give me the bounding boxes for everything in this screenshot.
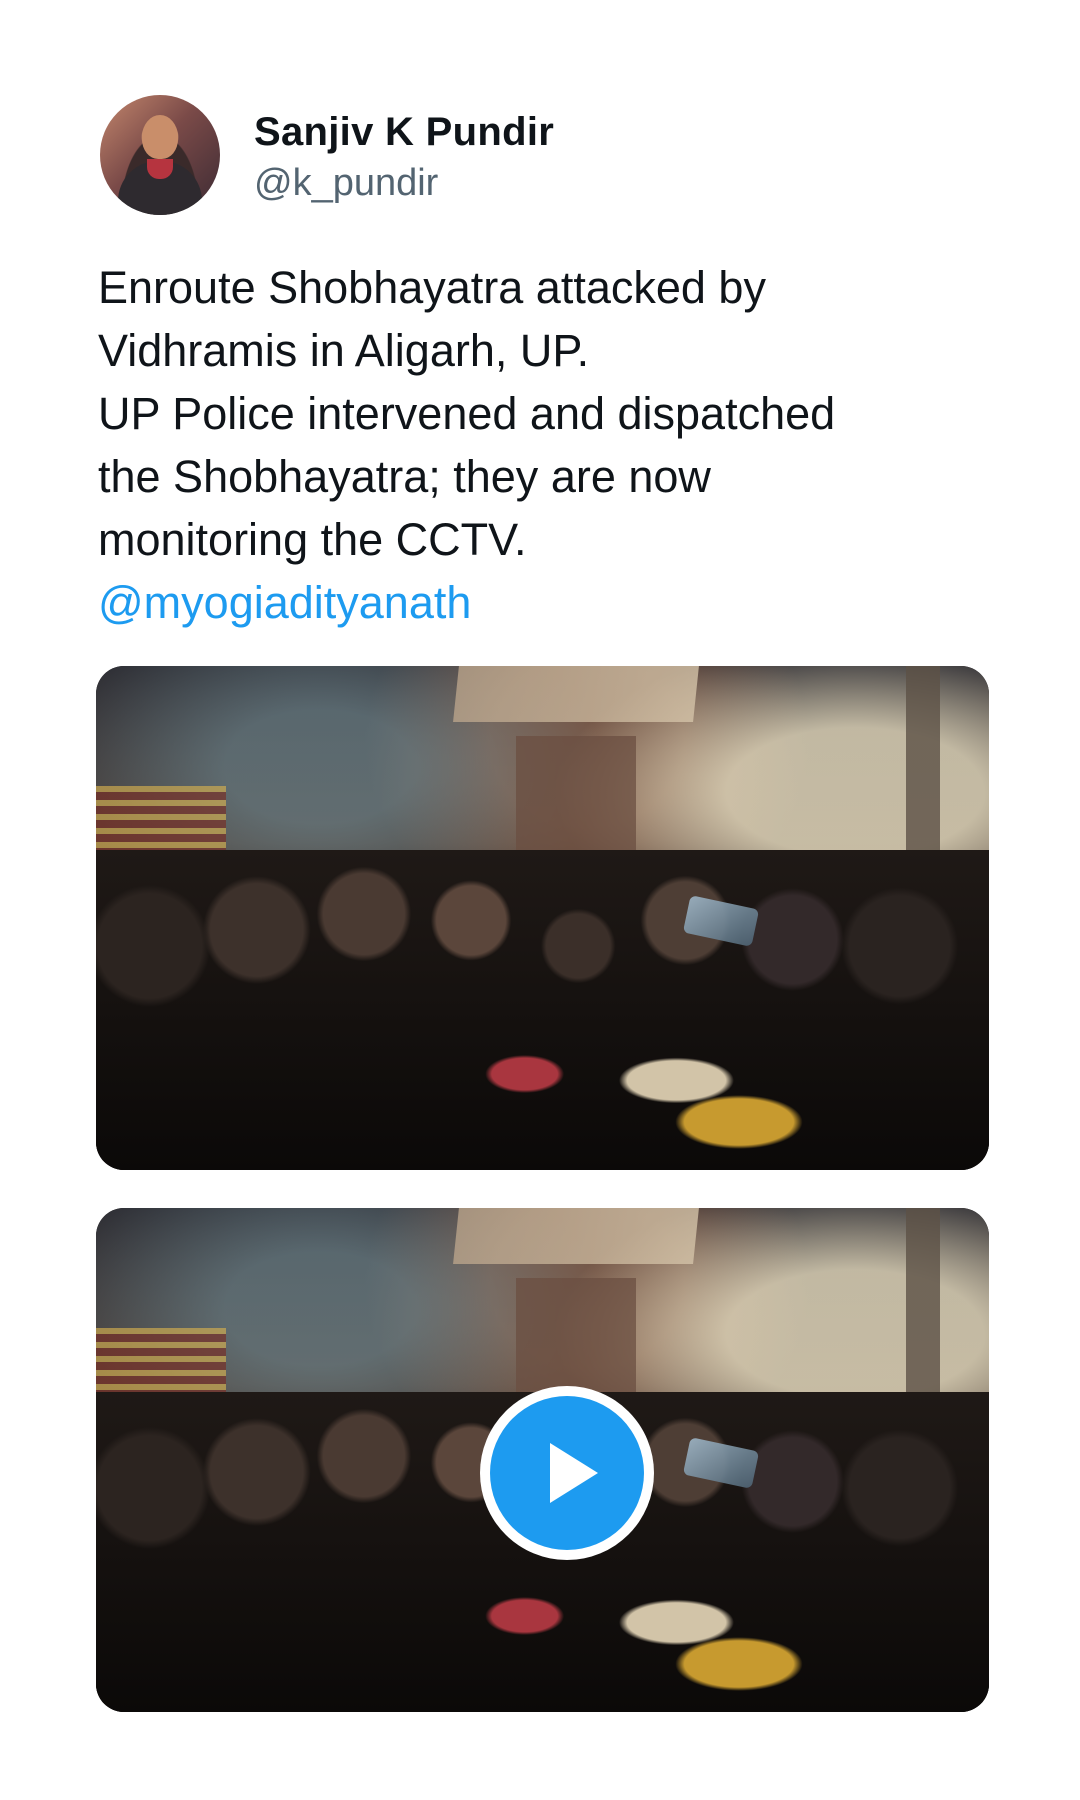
play-button-circle bbox=[490, 1396, 644, 1550]
tweet-text-line: Vidhramis in Aligarh, UP. bbox=[98, 325, 590, 376]
play-button[interactable] bbox=[480, 1386, 654, 1560]
author-display-name[interactable]: Sanjiv K Pundir bbox=[254, 108, 554, 156]
crowd-night-scene bbox=[96, 666, 989, 1170]
shop-sign-shape bbox=[453, 666, 699, 722]
play-icon bbox=[550, 1443, 598, 1503]
media-video[interactable] bbox=[96, 1208, 989, 1712]
author-handle[interactable]: @k_pundir bbox=[254, 160, 438, 206]
media-image[interactable] bbox=[96, 666, 989, 1170]
crowd-shape bbox=[96, 850, 989, 1170]
shop-sign-shape bbox=[453, 1208, 699, 1264]
avatar-face-shape bbox=[142, 115, 178, 159]
tweet-text-line: the Shobhayatra; they are now bbox=[98, 451, 711, 502]
tweet-text-line: Enroute Shobhayatra attacked by bbox=[98, 262, 766, 313]
tweet-text: Enroute Shobhayatra attacked by Vidhrami… bbox=[98, 256, 998, 634]
tweet-text-line: monitoring the CCTV. bbox=[98, 514, 527, 565]
avatar[interactable] bbox=[100, 95, 220, 215]
tweet-text-line: UP Police intervened and dispatched bbox=[98, 388, 836, 439]
mention-link[interactable]: @myogiadityanath bbox=[98, 571, 998, 634]
